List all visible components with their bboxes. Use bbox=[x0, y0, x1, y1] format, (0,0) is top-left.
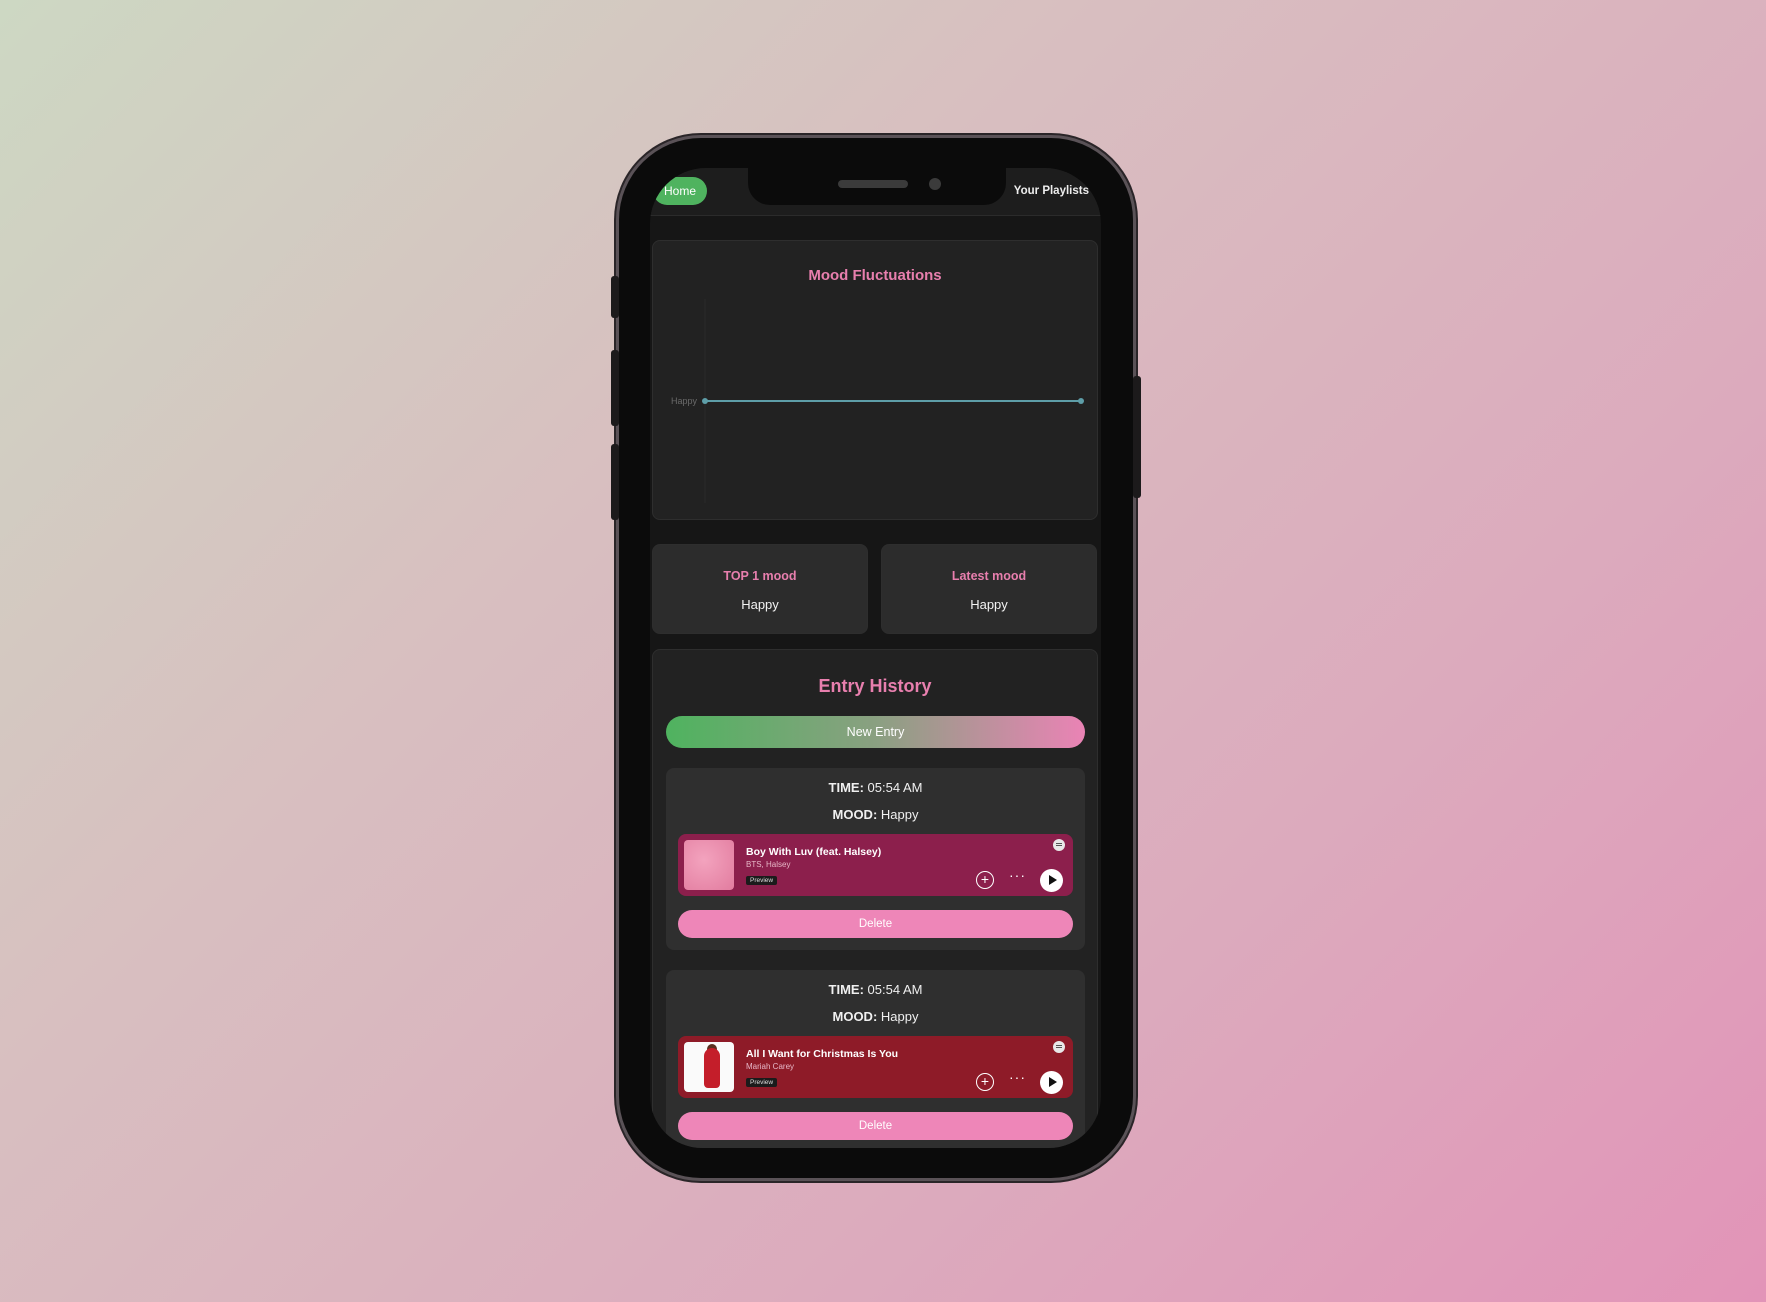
preview-badge: Preview bbox=[746, 876, 778, 885]
more-dots-icon[interactable]: ··· bbox=[1009, 867, 1026, 883]
phone-screen: Home Your Playlists Mood Fluctuations Ha… bbox=[650, 168, 1101, 1148]
latest-mood-value: Happy bbox=[970, 597, 1008, 612]
play-icon[interactable] bbox=[1040, 1071, 1063, 1094]
mood-chart-card: Mood Fluctuations Happy bbox=[652, 240, 1098, 520]
top-mood-label: TOP 1 mood bbox=[723, 569, 797, 583]
entry-mood: MOOD: Happy bbox=[832, 807, 919, 822]
latest-mood-label: Latest mood bbox=[951, 569, 1027, 583]
notch bbox=[748, 168, 1006, 205]
y-tick-label: Happy bbox=[671, 396, 698, 406]
entry-time: TIME: 05:54 AM bbox=[828, 780, 923, 795]
spotify-track-embed[interactable]: All I Want for Christmas Is You Mariah C… bbox=[678, 1036, 1073, 1098]
mood-data-point bbox=[1078, 398, 1084, 404]
album-cover bbox=[684, 840, 734, 890]
preview-badge: Preview bbox=[746, 1078, 778, 1087]
album-cover bbox=[684, 1042, 734, 1092]
track-artist[interactable]: Mariah Carey bbox=[746, 1062, 794, 1071]
latest-mood-card: Latest mood Happy bbox=[881, 544, 1097, 634]
play-icon[interactable] bbox=[1040, 869, 1063, 892]
entry-mood: MOOD: Happy bbox=[832, 1009, 919, 1024]
entry-history-card: Entry History New Entry TIME: 05:54 AM M… bbox=[652, 649, 1098, 1148]
entry-card: TIME: 05:54 AM MOOD: Happy All I Want fo… bbox=[666, 970, 1085, 1148]
camera bbox=[929, 178, 941, 190]
track-title[interactable]: Boy With Luv (feat. Halsey) bbox=[746, 846, 881, 858]
new-entry-button[interactable]: New Entry bbox=[666, 716, 1085, 748]
plus-circle-icon[interactable]: + bbox=[976, 1073, 994, 1091]
your-playlists-link[interactable]: Your Playlists bbox=[1014, 185, 1089, 197]
power-button bbox=[1133, 376, 1141, 498]
spotify-icon[interactable] bbox=[1053, 839, 1065, 851]
spotify-track-embed[interactable]: Boy With Luv (feat. Halsey) BTS, Halsey … bbox=[678, 834, 1073, 896]
plus-circle-icon[interactable]: + bbox=[976, 871, 994, 889]
delete-button[interactable]: Delete bbox=[678, 910, 1073, 938]
speaker bbox=[838, 180, 908, 188]
cover-figure bbox=[704, 1048, 720, 1088]
track-artist[interactable]: BTS, Halsey bbox=[746, 860, 790, 869]
track-title[interactable]: All I Want for Christmas Is You bbox=[746, 1048, 898, 1060]
entry-card: TIME: 05:54 AM MOOD: Happy Boy With Luv … bbox=[666, 768, 1085, 950]
volume-up-button bbox=[611, 350, 619, 426]
volume-down-button bbox=[611, 444, 619, 520]
entry-time: TIME: 05:54 AM bbox=[828, 982, 923, 997]
mood-line-chart: Happy bbox=[671, 299, 1084, 503]
more-dots-icon[interactable]: ··· bbox=[1009, 1069, 1026, 1085]
entry-history-title: Entry History bbox=[818, 676, 932, 696]
phone-frame: Home Your Playlists Mood Fluctuations Ha… bbox=[611, 138, 1141, 1178]
mood-data-point bbox=[702, 398, 708, 404]
mute-switch bbox=[611, 276, 619, 318]
delete-button[interactable]: Delete bbox=[678, 1112, 1073, 1140]
spotify-icon[interactable] bbox=[1053, 1041, 1065, 1053]
home-button[interactable]: Home bbox=[653, 177, 707, 205]
top-mood-card: TOP 1 mood Happy bbox=[652, 544, 868, 634]
top-mood-value: Happy bbox=[741, 597, 779, 612]
